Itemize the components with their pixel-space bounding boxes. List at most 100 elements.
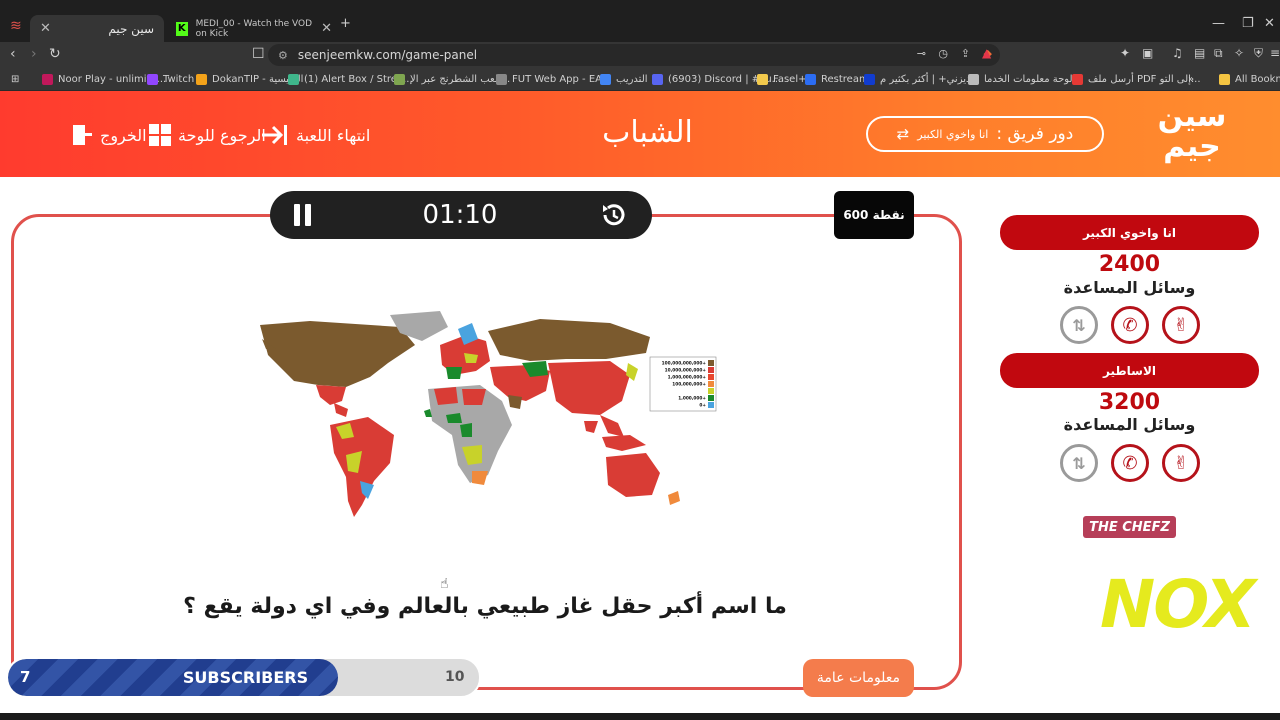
back-to-board-label: الرجوع للوحة: [178, 125, 266, 145]
globe-icon: [496, 73, 507, 85]
rewards-icon[interactable]: ▲: [982, 46, 991, 60]
maximize-button[interactable]: ❐: [1242, 16, 1254, 31]
peace-hand-icon: ✌: [1173, 452, 1189, 474]
fasel-icon: [757, 73, 768, 85]
chess-icon: [394, 73, 405, 85]
subscribers-goal-bar: 7 SUBSCRIBERS 10: [6, 657, 481, 698]
streamlabs-icon: [288, 73, 299, 85]
swap-question-icon: ⇅: [1072, 453, 1086, 473]
site-info-icon[interactable]: ⚙: [278, 49, 288, 62]
back-icon[interactable]: ‹: [10, 46, 16, 62]
close-window-button[interactable]: ✕: [1264, 16, 1275, 31]
bookmark-restream[interactable]: Restream: [805, 71, 869, 87]
bookmark-label: التدريب: [616, 73, 648, 85]
wallet-icon[interactable]: ▤: [1194, 46, 1205, 60]
bookmark-dashboard[interactable]: لوحة معلومات الخدما...: [968, 71, 1082, 87]
exit-label: الخروج: [100, 125, 147, 145]
points-badge: 600 نقطة: [834, 191, 914, 239]
legend-label: 1,000,000,000+: [668, 375, 707, 381]
subscribers-title: SUBSCRIBERS: [182, 668, 309, 687]
back-to-board-button[interactable]: الرجوع للوحة: [148, 123, 266, 147]
team-1-two-answers-helper[interactable]: ✌: [1162, 306, 1200, 344]
bookmark-pdf[interactable]: أرسل ملف PDF إلى التو...: [1072, 71, 1201, 87]
team-2-helpers-label: وسائل المساعدة: [1063, 415, 1196, 434]
end-game-label: انتهاء اللعبة: [296, 125, 371, 145]
address-bar[interactable]: ⚙ seenjeemkw.com/game-panel ⊸ ◷ ⇪ ◆: [268, 44, 1000, 66]
share-icon[interactable]: ⇪: [961, 47, 970, 60]
logo-line-1: سين: [1157, 99, 1227, 134]
forward-icon[interactable]: ›: [31, 46, 37, 62]
leo-icon[interactable]: ✧: [1234, 46, 1244, 60]
legend-label: 10,000,000,000+: [665, 368, 707, 374]
team-2-swap-helper[interactable]: ⇅: [1060, 444, 1098, 482]
end-game-button[interactable]: انتهاء اللعبة: [260, 123, 370, 147]
more-bookmarks-button[interactable]: »: [1188, 71, 1194, 87]
category-title: الشباب: [602, 115, 693, 150]
pause-icon[interactable]: [292, 203, 314, 227]
seenjeem-logo: سين جيم: [1156, 102, 1228, 168]
browser-toolbar: ‹ › ↻ ☐ ⚙ seenjeemkw.com/game-panel ⊸ ◷ …: [0, 42, 1280, 67]
exit-button[interactable]: الخروج: [70, 123, 147, 147]
team-2-score: 3200: [1098, 390, 1161, 415]
timer-bar: 01:10: [270, 191, 652, 239]
restream-icon: [805, 73, 816, 85]
close-tab-icon[interactable]: ✕: [321, 21, 332, 36]
bookmark-twitch[interactable]: Twitch: [147, 71, 194, 87]
team-2-call-helper[interactable]: ✆: [1111, 444, 1149, 482]
screen: ≋ ✕ سين جيم K MEDI_00 - Watch the VOD on…: [0, 0, 1280, 720]
menu-icon[interactable]: ≡: [1270, 46, 1280, 60]
media-icon[interactable]: ♫: [1172, 46, 1183, 60]
tab-title: سين جيم: [108, 21, 154, 36]
tab-kick[interactable]: K MEDI_00 - Watch the VOD on Kick ✕: [166, 15, 342, 42]
bookmark-label: All Bookmarks: [1235, 73, 1280, 85]
bookmark-disney[interactable]: ديزني+ | أكثر بكثير م...: [864, 71, 980, 87]
extensions-icon[interactable]: ✦: [1120, 46, 1130, 60]
vpn-icon[interactable]: ⛨: [1254, 46, 1263, 61]
team-1-call-helper[interactable]: ✆: [1111, 306, 1149, 344]
dashboard-icon: [968, 73, 979, 85]
reload-icon[interactable]: ↻: [49, 46, 61, 62]
bookmark-training[interactable]: التدريب: [600, 71, 648, 87]
the-chefz-logo: THE CHEFZ: [1083, 516, 1176, 538]
history-icon[interactable]: ◷: [938, 47, 948, 60]
twitch-icon: [147, 73, 158, 85]
folder-icon: [1219, 73, 1230, 85]
bookmark-fut[interactable]: FUT Web App - EA...: [496, 71, 611, 87]
dokantip-icon: [196, 73, 207, 85]
bookmark-label: ديزني+ | أكثر بكثير م...: [880, 73, 980, 85]
apps-icon[interactable]: ⊞: [11, 71, 19, 87]
tabs-icon[interactable]: ⧉: [1214, 46, 1223, 61]
bookmark-fasel[interactable]: Fasel+: [757, 71, 806, 87]
reset-timer-icon[interactable]: [599, 200, 629, 230]
bookmark-label: لوحة معلومات الخدما...: [984, 73, 1082, 85]
subscribers-goal: 10: [445, 669, 465, 685]
tab-search-icon[interactable]: ≋: [10, 18, 22, 34]
close-tab-icon[interactable]: ✕: [40, 21, 51, 36]
bookmark-label: Fasel+: [773, 73, 807, 85]
legend-label: 1,000,000+: [678, 396, 706, 402]
turn-label: دور فريق :: [996, 124, 1074, 144]
new-tab-button[interactable]: +: [340, 16, 351, 31]
world-gas-reserves-map: 100,000,000,000+ 10,000,000,000+ 1,000,0…: [260, 311, 717, 517]
url-text: seenjeemkw.com/game-panel: [297, 48, 478, 62]
bookmark-all[interactable]: All Bookmarks: [1219, 71, 1280, 87]
taskbar-strip: [0, 713, 1280, 720]
tab-seenjeem[interactable]: ✕ سين جيم: [30, 15, 164, 42]
grid-icon: [149, 124, 171, 146]
key-icon[interactable]: ⊸: [917, 47, 926, 60]
bookmark-label: FUT Web App - EA...: [512, 73, 612, 85]
subscribers-current: 7: [20, 668, 31, 686]
bookmark-chess[interactable]: إلعب الشطرنج عبر الإ...: [394, 71, 510, 87]
exit-door-icon: [73, 125, 92, 145]
minimize-button[interactable]: —: [1212, 16, 1225, 31]
peace-hand-icon: ✌: [1173, 314, 1189, 336]
team-1-swap-helper[interactable]: ⇅: [1060, 306, 1098, 344]
timer-value: 01:10: [422, 200, 498, 230]
sidebar-icon[interactable]: ▣: [1142, 46, 1153, 60]
team-2-name: الاساطير: [1000, 353, 1259, 388]
discord-icon: [652, 73, 663, 85]
logo-line-2: جيم: [1163, 129, 1221, 164]
bookmark-label: Twitch: [163, 73, 195, 85]
team-2-two-answers-helper[interactable]: ✌: [1162, 444, 1200, 482]
bookmark-icon[interactable]: ☐: [252, 46, 265, 62]
